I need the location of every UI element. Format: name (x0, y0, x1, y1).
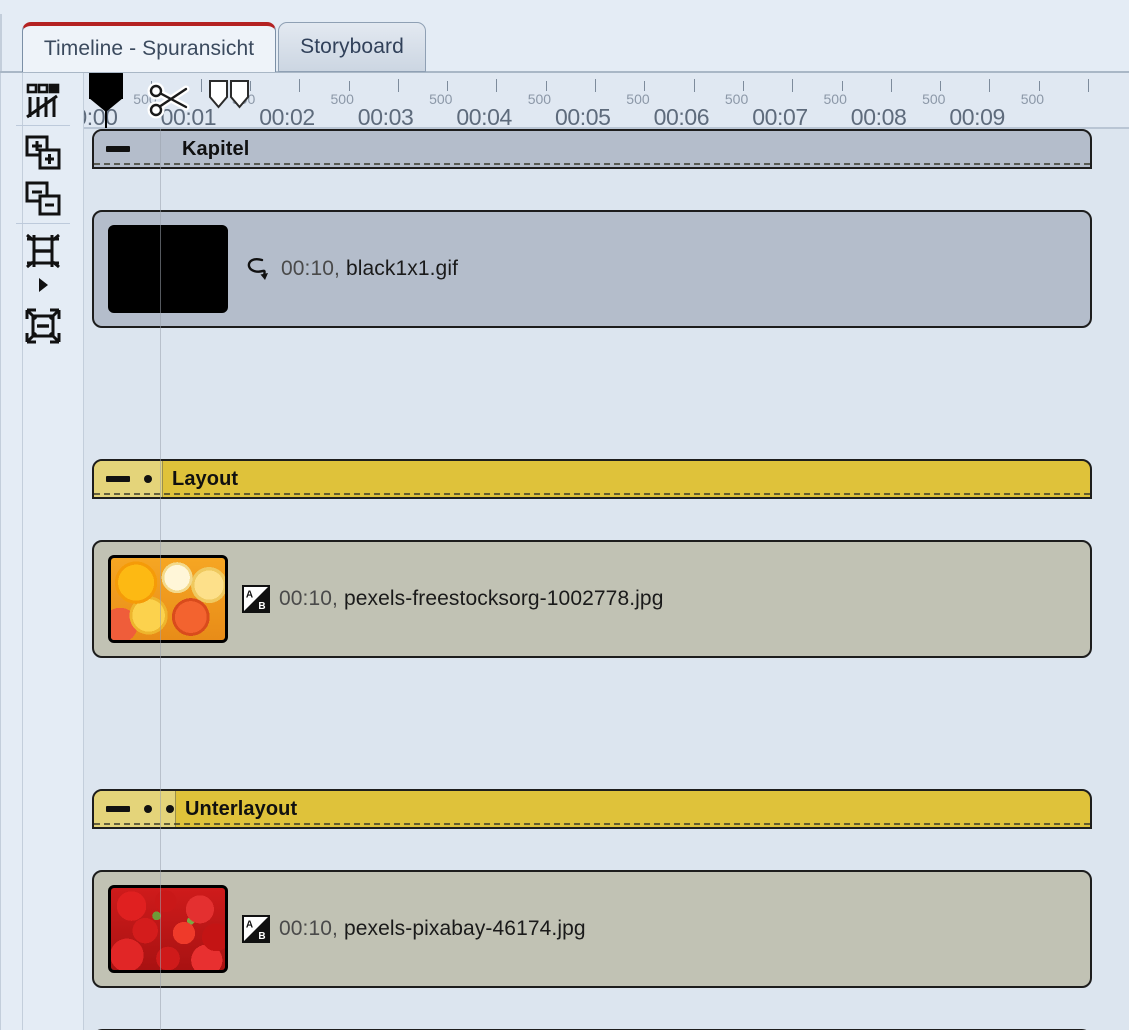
clip-thumbnail (108, 885, 228, 973)
clip-pexels-pixabay[interactable]: A B 00:10, pexels-pixabay-46174.jpg (92, 870, 1092, 988)
ruler-tick-minor (545, 81, 547, 91)
clip-thumbnail (108, 225, 228, 313)
ruler-tick-minor (940, 81, 942, 91)
ruler-tick-major (397, 79, 399, 92)
ruler-subdivision-label: 500 (330, 91, 354, 107)
timeline-toolbar (0, 73, 84, 1030)
track-title: Layout (172, 467, 239, 490)
ruler-tick-major (200, 79, 202, 92)
ab-transition-icon: A B (242, 915, 270, 943)
tab-strip: Timeline - Spuransicht Storyboard (0, 0, 1129, 73)
tab-strip-left-edge (0, 14, 2, 73)
tab-storyboard[interactable]: Storyboard (278, 22, 426, 72)
scissors-icon[interactable] (146, 77, 192, 121)
ruler-subdivision-label: 500 (429, 91, 453, 107)
clip-filename: pexels-pixabay-46174.jpg (343, 917, 586, 940)
track-dashed-edge (94, 163, 1090, 165)
ruler-tick-major (299, 79, 301, 92)
playhead[interactable] (89, 73, 123, 128)
playhead-line (105, 73, 107, 128)
tab-timeline-spuransicht[interactable]: Timeline - Spuransicht (22, 22, 276, 72)
svg-text:A: A (246, 590, 253, 601)
ruler-subdivision-label: 500 (527, 91, 552, 107)
ruler-subdivision-label: 500 (724, 91, 749, 107)
collapse-all-icon[interactable] (20, 176, 66, 222)
time-ruler[interactable]: 00:0050000:0150000:0250000:0350000:04500… (84, 73, 1129, 130)
ruler-tick-major (792, 79, 794, 92)
svg-text:A: A (246, 920, 253, 931)
fit-height-icon[interactable] (20, 228, 66, 274)
ruler-tick-major (496, 79, 498, 92)
collapse-toggle[interactable] (106, 476, 130, 482)
svg-text:B: B (258, 931, 265, 942)
clip-label: 00:10, pexels-freestocksorg-1002778.jpg (279, 587, 664, 611)
tab-label: Storyboard (300, 35, 404, 58)
ruler-subdivision-label: 500 (823, 91, 847, 107)
ruler-subdivision-label: 500 (1020, 91, 1045, 107)
depth-indicator-dot (144, 805, 152, 813)
layout-track-header[interactable]: Layout (92, 459, 1092, 499)
ruler-subdivision-label: 500 (922, 91, 946, 107)
ruler-subdivision-label: 500 (626, 91, 650, 107)
ruler-tick-major (989, 79, 991, 92)
ruler-tick-minor (742, 81, 744, 91)
collapse-toggle[interactable] (106, 806, 130, 812)
ruler-tick-minor (348, 81, 350, 91)
track-title: Kapitel (182, 137, 250, 160)
ruler-tick-minor (1038, 81, 1040, 91)
clip-filename: black1x1.gif (345, 257, 459, 280)
expand-all-icon[interactable] (20, 130, 66, 176)
fit-all-icon[interactable] (20, 303, 66, 349)
clip-label: 00:10, pexels-pixabay-46174.jpg (279, 917, 586, 941)
timeline-panel: 00:0050000:0150000:0250000:0350000:04500… (84, 73, 1129, 1030)
svg-text:B: B (258, 601, 265, 612)
rail-divider (16, 223, 70, 224)
track-list: Kapitel 00:10, black1x1.gif Layout A B 0… (84, 129, 1129, 1030)
ruler-tick-major (1088, 79, 1089, 92)
rail-divider (16, 125, 70, 126)
track-dashed-edge (94, 823, 1090, 825)
expand-arrow-icon[interactable] (33, 275, 53, 295)
ruler-tick-major (890, 79, 892, 92)
tab-label: Timeline - Spuransicht (43, 37, 255, 60)
tracks-view-icon[interactable] (20, 78, 66, 124)
sublayout-track-header[interactable]: Unterlayout (92, 789, 1092, 829)
loop-icon (242, 255, 272, 283)
ruler-tick-major (595, 79, 596, 92)
ruler-tick-minor (644, 81, 646, 91)
depth-indicator-dot (144, 475, 152, 483)
ruler-tick-minor (841, 81, 843, 91)
ab-transition-icon: A B (242, 585, 270, 613)
depth-indicator-dot (166, 805, 174, 813)
ruler-tick-minor (447, 81, 449, 91)
clip-pexels-freestocksorg[interactable]: A B 00:10, pexels-freestocksorg-1002778.… (92, 540, 1092, 658)
clip-duration: 00:10, (279, 587, 338, 610)
ruler-tick-major (693, 79, 695, 92)
clip-duration: 00:10, (279, 917, 338, 940)
clip-duration: 00:10, (281, 257, 340, 280)
clip-label: 00:10, black1x1.gif (281, 257, 458, 281)
rail-left-edge (0, 73, 1, 1030)
collapse-toggle[interactable] (106, 146, 130, 152)
in-out-marker-icon[interactable] (206, 79, 252, 109)
clip-thumbnail (108, 555, 228, 643)
clip-black1x1[interactable]: 00:10, black1x1.gif (92, 210, 1092, 328)
chapter-track-header[interactable]: Kapitel (92, 129, 1092, 169)
clip-filename: pexels-freestocksorg-1002778.jpg (343, 587, 664, 610)
track-dashed-edge (94, 493, 1090, 495)
track-title: Unterlayout (185, 797, 298, 820)
